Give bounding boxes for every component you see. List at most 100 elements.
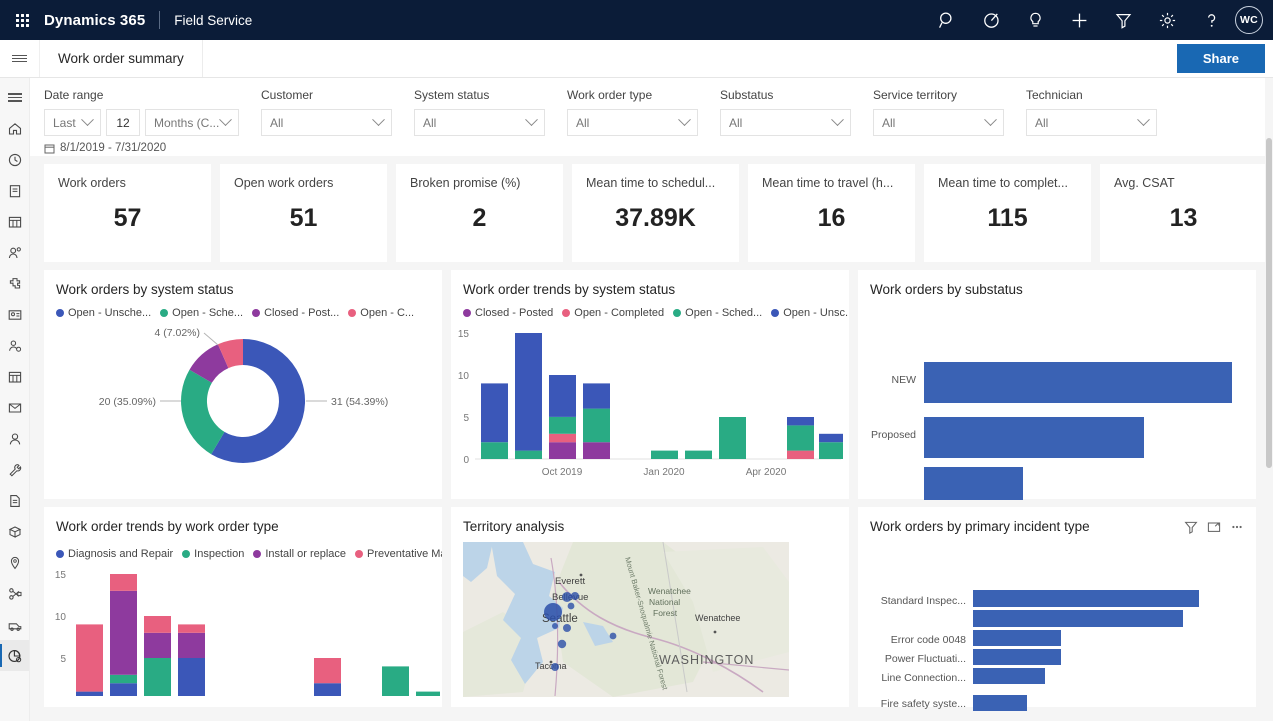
chevron-down-icon [525, 113, 538, 127]
legend-item[interactable]: Diagnosis and Repair [56, 548, 173, 560]
nav-schedule-board-icon[interactable] [0, 206, 29, 237]
incident-cat-2: Error code 0048 [891, 634, 966, 646]
legend-item[interactable]: Closed - Post... [252, 307, 339, 319]
legend-item[interactable]: Install or replace [253, 548, 346, 560]
filter-icon[interactable] [1184, 520, 1198, 534]
nav-assets-icon[interactable] [0, 268, 29, 299]
nav-recent-icon[interactable] [0, 144, 29, 175]
tile-title: Work orders by primary incident type [870, 519, 1090, 534]
assistant-icon[interactable] [969, 0, 1013, 40]
nav-invoices-icon[interactable] [0, 485, 29, 516]
canvas-scrollbar[interactable] [1265, 78, 1273, 721]
legend-item[interactable]: Inspection [182, 548, 244, 560]
focus-mode-icon[interactable] [1207, 520, 1221, 534]
chart-row-1: Work orders by system status Open - Unsc… [30, 262, 1273, 525]
nav-dashboards-icon[interactable] [0, 640, 29, 671]
filter-icon[interactable] [1101, 0, 1145, 40]
donut-chart[interactable]: 31 (54.39%) 20 (35.09%) 4 (7.02%) [44, 319, 442, 489]
brand-title[interactable]: Dynamics 365 [44, 12, 145, 29]
app-name-label[interactable]: Field Service [174, 13, 252, 28]
nav-territories-icon[interactable] [0, 547, 29, 578]
substatus-chart[interactable]: NEW Proposed 0 10 20 30 [858, 297, 1256, 530]
bar-segment [549, 442, 576, 459]
help-icon[interactable] [1189, 0, 1233, 40]
work-order-type-select[interactable]: All [567, 109, 698, 136]
scrollbar-thumb[interactable] [1266, 138, 1272, 468]
legend-item[interactable]: Open - Unsc... [771, 307, 849, 319]
kpi-card-mean-time-to-complete[interactable]: Mean time to complet... 115 [924, 164, 1091, 262]
nav-inventory-icon[interactable] [0, 516, 29, 547]
lightbulb-icon[interactable] [1013, 0, 1057, 40]
donut-label-1: 31 (54.39%) [331, 396, 388, 408]
kpi-card-mean-time-to-schedule[interactable]: Mean time to schedul... 37.89K [572, 164, 739, 262]
date-range-mode-select[interactable]: Last [44, 109, 101, 136]
incident-type-chart[interactable]: Standard Inspec... Error code 0048 Power… [858, 534, 1256, 721]
nav-bookings-icon[interactable] [0, 361, 29, 392]
y-tick-5: 5 [60, 654, 66, 665]
kpi-card-mean-time-to-travel[interactable]: Mean time to travel (h... 16 [748, 164, 915, 262]
x-tick-jan-2020: Jan 2020 [643, 467, 685, 478]
legend-item[interactable]: Open - Sched... [673, 307, 762, 319]
nav-menu-icon[interactable] [0, 82, 29, 113]
nav-agreements-icon[interactable] [0, 392, 29, 423]
kpi-value: 51 [289, 203, 318, 232]
bar-segment [144, 616, 171, 633]
service-territory-select[interactable]: All [873, 109, 1004, 136]
legend-item[interactable]: Open - Unsche... [56, 307, 151, 319]
kpi-card-broken-promise[interactable]: Broken promise (%) 2 [396, 164, 563, 262]
search-icon[interactable] [925, 0, 969, 40]
map-label-wenatchee-city: Wenatchee [695, 613, 740, 623]
settings-gear-icon[interactable] [1145, 0, 1189, 40]
legend-label: Open - Sched... [685, 307, 763, 319]
legend-item[interactable]: Closed - Posted [463, 307, 553, 319]
nav-resources-icon[interactable] [0, 330, 29, 361]
nav-tasks-icon[interactable] [0, 175, 29, 206]
add-icon[interactable] [1057, 0, 1101, 40]
bar-fire-safety-system [973, 695, 1027, 711]
nav-contacts-icon[interactable] [0, 299, 29, 330]
date-range-unit-select[interactable]: Months (C... [145, 109, 239, 136]
trends-type-chart[interactable]: 15 10 5 [44, 560, 442, 701]
kpi-card-work-orders[interactable]: Work orders 57 [44, 164, 211, 262]
nav-vehicles-icon[interactable] [0, 609, 29, 640]
app-launcher-icon[interactable] [0, 13, 44, 27]
trends-status-chart[interactable]: 15 10 5 0 Oct 2019 Jan 2020 Apr 2020 [451, 319, 849, 492]
bar-segment [719, 417, 746, 459]
bar-segment [651, 450, 678, 459]
nav-customers-icon[interactable] [0, 423, 29, 454]
substatus-select[interactable]: All [720, 109, 851, 136]
more-options-icon[interactable] [1230, 520, 1244, 534]
legend-swatch [673, 309, 682, 317]
system-status-select[interactable]: All [414, 109, 545, 136]
legend-item[interactable]: Open - C... [348, 307, 414, 319]
territory-map[interactable]: Mount Baker-Snoqualmie National Forest W… [451, 534, 849, 702]
user-avatar[interactable]: WC [1235, 6, 1263, 34]
legend-label: Closed - Post... [264, 307, 340, 319]
legend-label: Open - Sche... [172, 307, 244, 319]
technician-select[interactable]: All [1026, 109, 1157, 136]
nav-work-orders-icon[interactable] [0, 454, 29, 485]
legend-item[interactable]: Open - Completed [562, 307, 664, 319]
map-bubble [552, 623, 558, 629]
bar-segment [144, 632, 171, 658]
nav-accounts-icon[interactable] [0, 237, 29, 268]
tab-work-order-summary[interactable]: Work order summary [40, 40, 203, 77]
legend-item[interactable]: Preventative Mai... [355, 548, 442, 560]
nav-connected-field-service-icon[interactable] [0, 578, 29, 609]
legend-swatch [56, 309, 64, 317]
kpi-card-open-work-orders[interactable]: Open work orders 51 [220, 164, 387, 262]
kpi-value: 57 [113, 203, 142, 232]
kpi-card-avg-csat[interactable]: Avg. CSAT 13 [1100, 164, 1267, 262]
nav-home-icon[interactable] [0, 113, 29, 144]
bar-segment [583, 383, 610, 409]
bar-segment [110, 590, 137, 675]
site-map-toggle-icon[interactable] [0, 40, 40, 77]
date-range-number-input[interactable]: 12 [106, 109, 140, 136]
kpi-title: Mean time to travel (h... [762, 176, 894, 190]
legend-item[interactable]: Open - Sche... [160, 307, 243, 319]
customer-select[interactable]: All [261, 109, 392, 136]
share-button[interactable]: Share [1176, 44, 1265, 73]
legend-label: Open - Unsche... [68, 307, 152, 319]
bar-segment [549, 416, 576, 434]
filter-label: System status [414, 88, 490, 102]
